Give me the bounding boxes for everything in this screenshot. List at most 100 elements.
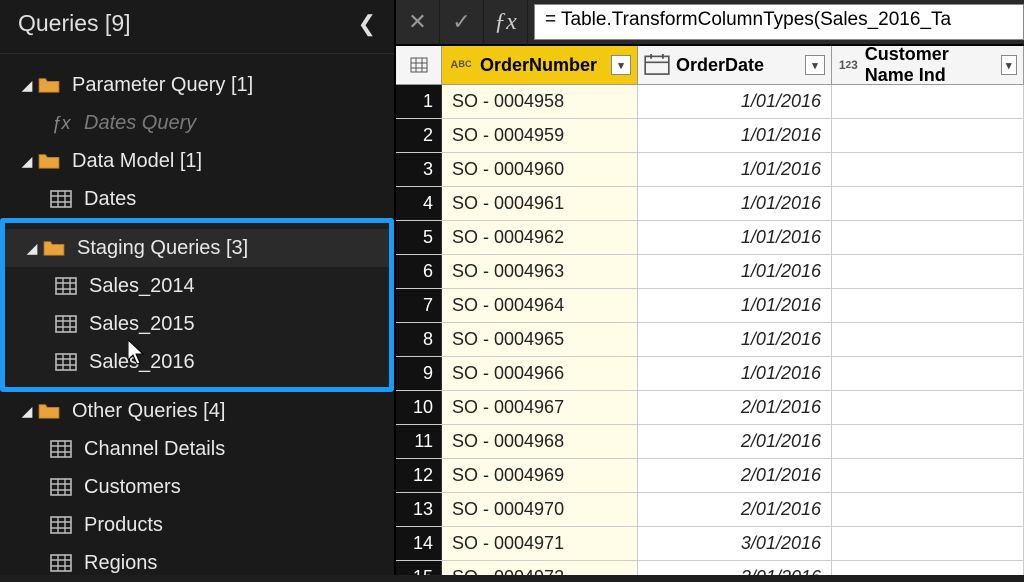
query-item-customers[interactable]: Customers bbox=[0, 468, 394, 506]
column-header-orderdate[interactable]: OrderDate▾ bbox=[638, 46, 832, 84]
folder-parameter-query-1-[interactable]: ◢Parameter Query [1] bbox=[0, 66, 394, 104]
cell-customer[interactable] bbox=[832, 459, 1024, 492]
column-filter-button[interactable]: ▾ bbox=[1001, 55, 1017, 75]
cell-orderdate[interactable]: 1/01/2016 bbox=[638, 153, 832, 186]
commit-formula-button[interactable]: ✓ bbox=[440, 0, 484, 45]
cancel-formula-button[interactable]: ✕ bbox=[396, 0, 440, 45]
query-item-channel-details[interactable]: Channel Details bbox=[0, 430, 394, 468]
cell-ordernumber[interactable]: SO - 0004967 bbox=[442, 391, 638, 424]
row-number[interactable]: 10 bbox=[396, 391, 442, 424]
cell-customer[interactable] bbox=[832, 323, 1024, 356]
query-item-products[interactable]: Products bbox=[0, 506, 394, 544]
cell-customer[interactable] bbox=[832, 493, 1024, 526]
query-item-regions[interactable]: Regions bbox=[0, 544, 394, 582]
row-number[interactable]: 3 bbox=[396, 153, 442, 186]
cell-customer[interactable] bbox=[832, 85, 1024, 118]
table-row[interactable]: 6SO - 00049631/01/2016 bbox=[396, 255, 1024, 289]
table-row[interactable]: 8SO - 00049651/01/2016 bbox=[396, 323, 1024, 357]
row-number[interactable]: 15 bbox=[396, 561, 442, 575]
row-number[interactable]: 8 bbox=[396, 323, 442, 356]
cell-ordernumber[interactable]: SO - 0004966 bbox=[442, 357, 638, 390]
cell-customer[interactable] bbox=[832, 391, 1024, 424]
cell-ordernumber[interactable]: SO - 0004969 bbox=[442, 459, 638, 492]
column-header-customer-name-ind[interactable]: 123Customer Name Ind▾ bbox=[832, 46, 1024, 84]
query-item-dates-query[interactable]: ƒxDates Query bbox=[0, 104, 394, 142]
table-row[interactable]: 2SO - 00049591/01/2016 bbox=[396, 119, 1024, 153]
row-number[interactable]: 12 bbox=[396, 459, 442, 492]
cell-ordernumber[interactable]: SO - 0004960 bbox=[442, 153, 638, 186]
cell-customer[interactable] bbox=[832, 221, 1024, 254]
row-number[interactable]: 11 bbox=[396, 425, 442, 458]
cell-orderdate[interactable]: 3/01/2016 bbox=[638, 561, 832, 575]
cell-orderdate[interactable]: 1/01/2016 bbox=[638, 85, 832, 118]
table-row[interactable]: 3SO - 00049601/01/2016 bbox=[396, 153, 1024, 187]
cell-ordernumber[interactable]: SO - 0004970 bbox=[442, 493, 638, 526]
cell-customer[interactable] bbox=[832, 187, 1024, 220]
table-row[interactable]: 14SO - 00049713/01/2016 bbox=[396, 527, 1024, 561]
cell-customer[interactable] bbox=[832, 425, 1024, 458]
row-number[interactable]: 5 bbox=[396, 221, 442, 254]
table-row[interactable]: 5SO - 00049621/01/2016 bbox=[396, 221, 1024, 255]
cell-customer[interactable] bbox=[832, 527, 1024, 560]
fx-button[interactable]: ƒx bbox=[484, 0, 528, 45]
row-number[interactable]: 1 bbox=[396, 85, 442, 118]
cell-orderdate[interactable]: 1/01/2016 bbox=[638, 221, 832, 254]
cell-customer[interactable] bbox=[832, 255, 1024, 288]
cell-ordernumber[interactable]: SO - 0004971 bbox=[442, 527, 638, 560]
cell-ordernumber[interactable]: SO - 0004958 bbox=[442, 85, 638, 118]
cell-customer[interactable] bbox=[832, 153, 1024, 186]
cell-customer[interactable] bbox=[832, 561, 1024, 575]
query-item-sales-2015[interactable]: Sales_2015 bbox=[5, 305, 389, 343]
formula-input[interactable]: = Table.TransformColumnTypes(Sales_2016_… bbox=[534, 4, 1024, 40]
row-number[interactable]: 9 bbox=[396, 357, 442, 390]
cell-orderdate[interactable]: 2/01/2016 bbox=[638, 391, 832, 424]
row-number[interactable]: 14 bbox=[396, 527, 442, 560]
cell-orderdate[interactable]: 2/01/2016 bbox=[638, 459, 832, 492]
collapse-pane-button[interactable]: ❮ bbox=[358, 11, 376, 37]
cell-ordernumber[interactable]: SO - 0004963 bbox=[442, 255, 638, 288]
cell-ordernumber[interactable]: SO - 0004965 bbox=[442, 323, 638, 356]
cell-customer[interactable] bbox=[832, 289, 1024, 322]
row-number[interactable]: 2 bbox=[396, 119, 442, 152]
select-all-corner[interactable] bbox=[396, 46, 442, 84]
cell-ordernumber[interactable]: SO - 0004961 bbox=[442, 187, 638, 220]
table-row[interactable]: 15SO - 00049723/01/2016 bbox=[396, 561, 1024, 575]
table-row[interactable]: 7SO - 00049641/01/2016 bbox=[396, 289, 1024, 323]
table-row[interactable]: 1SO - 00049581/01/2016 bbox=[396, 85, 1024, 119]
table-row[interactable]: 4SO - 00049611/01/2016 bbox=[396, 187, 1024, 221]
cell-orderdate[interactable]: 3/01/2016 bbox=[638, 527, 832, 560]
query-item-sales-2016[interactable]: Sales_2016 bbox=[5, 343, 389, 381]
table-row[interactable]: 13SO - 00049702/01/2016 bbox=[396, 493, 1024, 527]
query-item-sales-2014[interactable]: Sales_2014 bbox=[5, 267, 389, 305]
query-item-dates[interactable]: Dates bbox=[0, 180, 394, 218]
cell-ordernumber[interactable]: SO - 0004972 bbox=[442, 561, 638, 575]
column-header-ordernumber[interactable]: ABCOrderNumber▾ bbox=[442, 46, 638, 84]
cell-ordernumber[interactable]: SO - 0004964 bbox=[442, 289, 638, 322]
table-row[interactable]: 9SO - 00049661/01/2016 bbox=[396, 357, 1024, 391]
cell-orderdate[interactable]: 1/01/2016 bbox=[638, 357, 832, 390]
row-number[interactable]: 7 bbox=[396, 289, 442, 322]
cell-orderdate[interactable]: 1/01/2016 bbox=[638, 289, 832, 322]
cell-ordernumber[interactable]: SO - 0004968 bbox=[442, 425, 638, 458]
cell-ordernumber[interactable]: SO - 0004962 bbox=[442, 221, 638, 254]
table-row[interactable]: 10SO - 00049672/01/2016 bbox=[396, 391, 1024, 425]
cell-orderdate[interactable]: 2/01/2016 bbox=[638, 425, 832, 458]
cell-orderdate[interactable]: 1/01/2016 bbox=[638, 323, 832, 356]
table-row[interactable]: 11SO - 00049682/01/2016 bbox=[396, 425, 1024, 459]
column-filter-button[interactable]: ▾ bbox=[805, 55, 825, 75]
cell-ordernumber[interactable]: SO - 0004959 bbox=[442, 119, 638, 152]
column-filter-button[interactable]: ▾ bbox=[611, 55, 631, 75]
cell-orderdate[interactable]: 2/01/2016 bbox=[638, 493, 832, 526]
cell-orderdate[interactable]: 1/01/2016 bbox=[638, 119, 832, 152]
row-number[interactable]: 6 bbox=[396, 255, 442, 288]
cell-orderdate[interactable]: 1/01/2016 bbox=[638, 255, 832, 288]
table-row[interactable]: 12SO - 00049692/01/2016 bbox=[396, 459, 1024, 493]
folder-data-model-1-[interactable]: ◢Data Model [1] bbox=[0, 142, 394, 180]
cell-customer[interactable] bbox=[832, 119, 1024, 152]
cell-orderdate[interactable]: 1/01/2016 bbox=[638, 187, 832, 220]
row-number[interactable]: 4 bbox=[396, 187, 442, 220]
row-number[interactable]: 13 bbox=[396, 493, 442, 526]
cell-customer[interactable] bbox=[832, 357, 1024, 390]
folder-other-queries-4-[interactable]: ◢Other Queries [4] bbox=[0, 392, 394, 430]
folder-staging-queries-3-[interactable]: ◢Staging Queries [3] bbox=[5, 229, 389, 267]
